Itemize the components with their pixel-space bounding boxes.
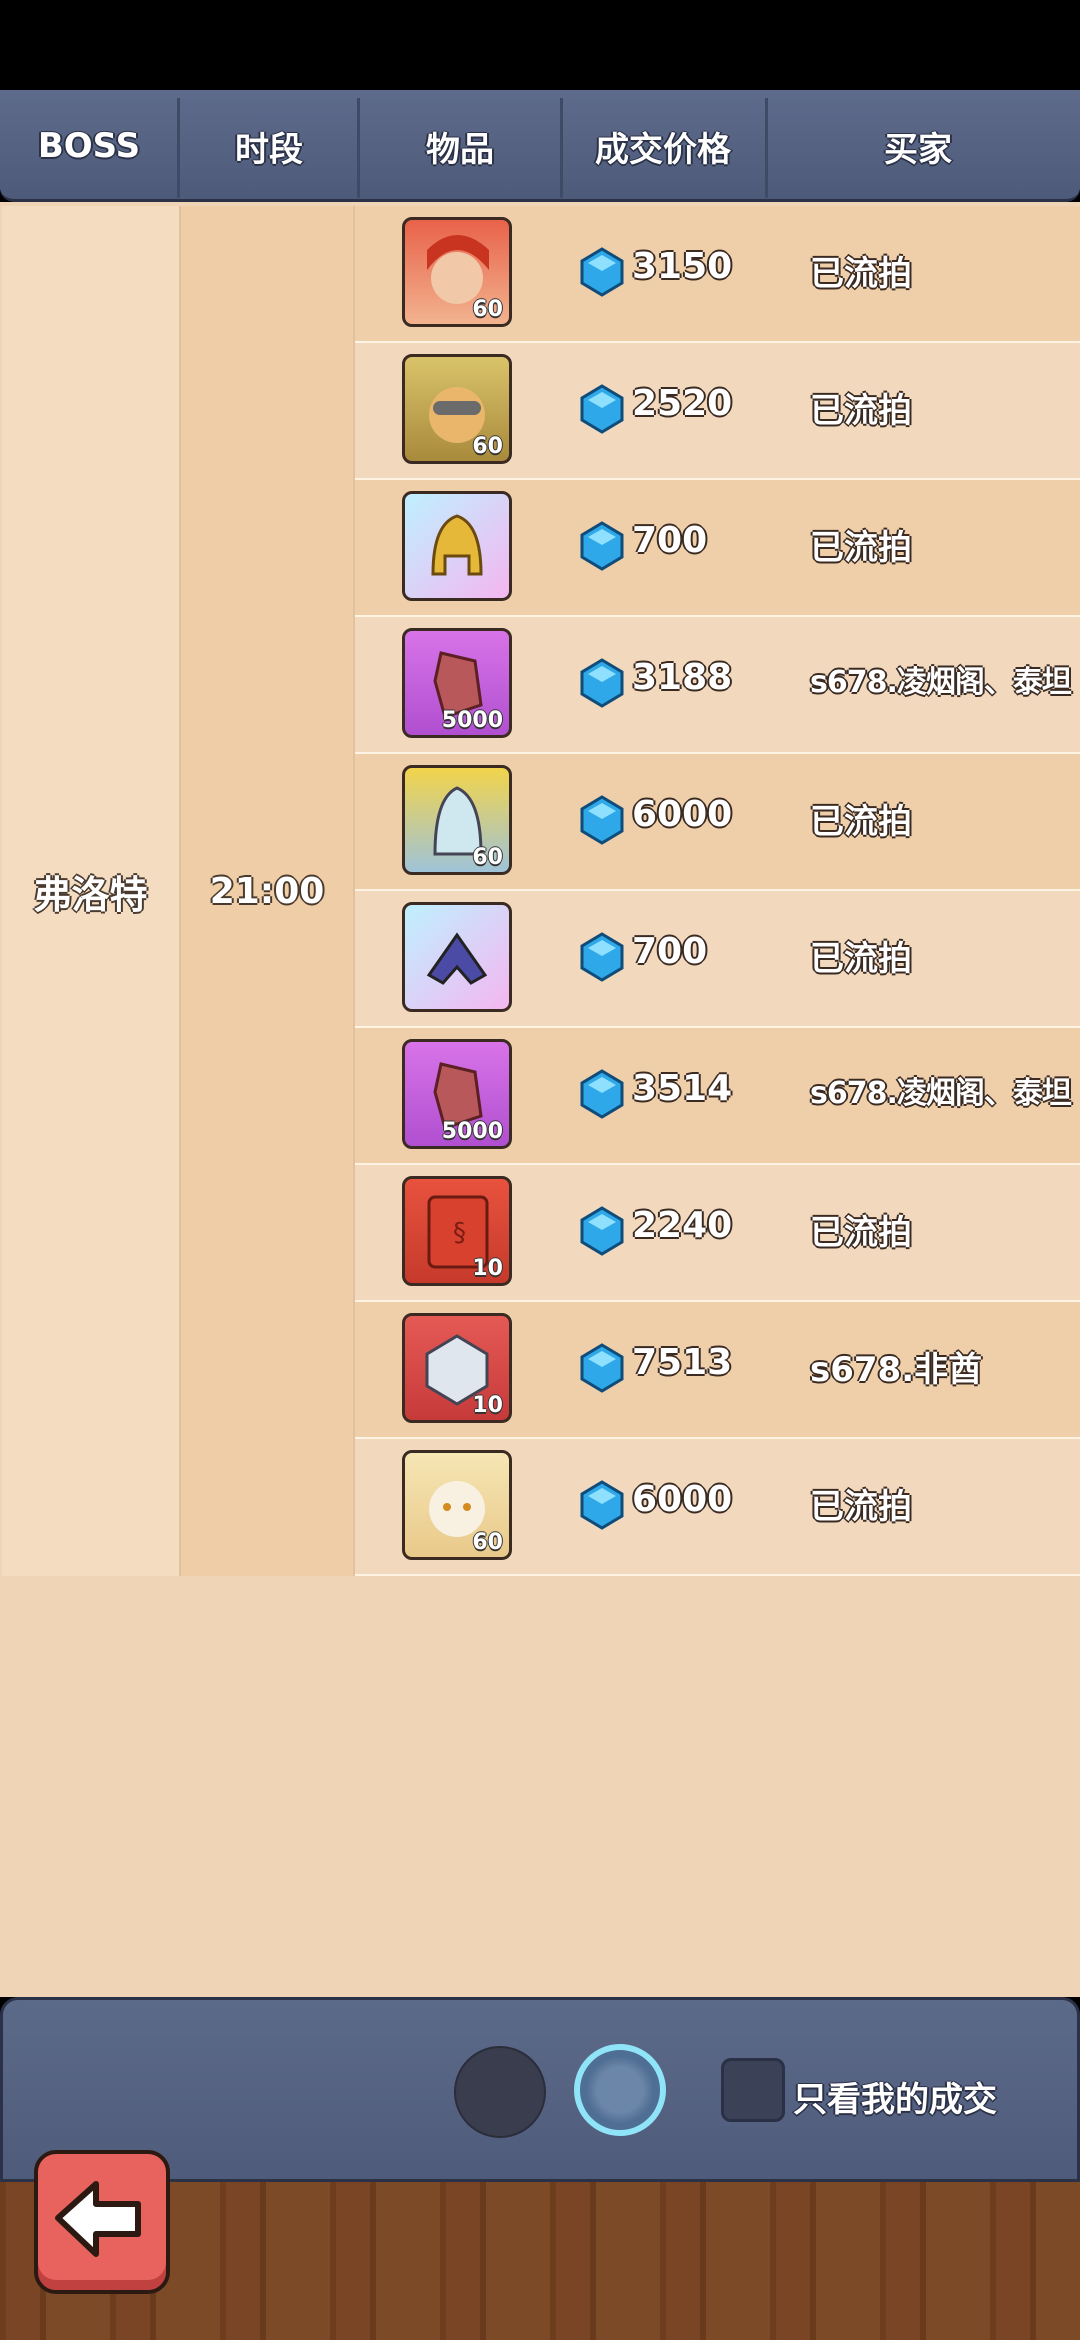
item-icon[interactable]: 5000 <box>402 1039 512 1149</box>
buyer-name: s678.凌烟阁、泰坦 <box>810 1076 1072 1111</box>
table-row: 10 7513 s678.非酋 <box>355 1302 1080 1439</box>
buyer-name: 已流拍 <box>810 1487 912 1527</box>
price-value: 3188 <box>632 657 733 698</box>
price-value: 2240 <box>632 1205 733 1246</box>
item-level: 60 <box>472 297 503 322</box>
table-row: 700 已流拍 <box>355 480 1080 617</box>
diamond-gem-icon <box>580 658 624 708</box>
blue-armor-equipment-icon <box>426 932 488 985</box>
auction-table[interactable]: 弗洛特 21:00 60 3150 已流拍 60 2520 已流拍 700 已流拍 5000 31… <box>0 202 1080 1997</box>
table-row: 60 6000 已流拍 <box>355 754 1080 891</box>
buyer-name: 已流拍 <box>810 802 912 842</box>
buyer-name: 已流拍 <box>810 391 912 431</box>
item-level: 5000 <box>441 1119 503 1144</box>
table-row: 60 2520 已流拍 <box>355 343 1080 480</box>
buyer-name: 已流拍 <box>810 254 912 294</box>
buyer-name: 已流拍 <box>810 528 912 568</box>
item-icon[interactable]: § 10 <box>402 1176 512 1286</box>
price-value: 700 <box>632 931 708 972</box>
item-icon[interactable]: 60 <box>402 217 512 327</box>
table-row: 5000 3514 s678.凌烟阁、泰坦 <box>355 1028 1080 1165</box>
diamond-gem-icon <box>580 521 624 571</box>
only-mine-label: 只看我的成交 <box>793 2080 997 2120</box>
header-price: 成交价格 <box>595 129 731 170</box>
only-mine-checkbox[interactable] <box>721 2058 785 2122</box>
item-level: 60 <box>472 845 503 870</box>
item-icon[interactable]: 60 <box>402 765 512 875</box>
back-button[interactable] <box>34 2150 170 2294</box>
item-icon[interactable]: 60 <box>402 1450 512 1560</box>
buyer-name: 已流拍 <box>810 939 912 979</box>
time-slot: 21:00 <box>181 206 355 1576</box>
diamond-gem-icon <box>580 1480 624 1530</box>
table-header: BOSS 时段 物品 成交价格 买家 <box>0 90 1080 202</box>
item-level: 10 <box>472 1256 503 1281</box>
price-value: 2520 <box>632 383 733 424</box>
price-value: 3150 <box>632 246 733 287</box>
buyer-name: 已流拍 <box>810 1213 912 1253</box>
table-row: 700 已流拍 <box>355 891 1080 1028</box>
item-icon[interactable] <box>402 902 512 1012</box>
diamond-gem-icon <box>580 1069 624 1119</box>
diamond-gem-icon <box>580 795 624 845</box>
item-level: 60 <box>472 434 503 459</box>
header-buyer: 买家 <box>884 129 952 170</box>
svg-text:§: § <box>453 1218 466 1248</box>
table-row: § 10 2240 已流拍 <box>355 1165 1080 1302</box>
item-level: 5000 <box>441 708 503 733</box>
back-arrow-icon <box>55 2181 141 2257</box>
buyer-name: s678.凌烟阁、泰坦 <box>810 665 1072 700</box>
price-value: 6000 <box>632 1479 733 1520</box>
header-boss: BOSS <box>37 126 141 166</box>
diamond-gem-icon <box>580 247 624 297</box>
price-value: 6000 <box>632 794 733 835</box>
header-time: 时段 <box>235 129 303 170</box>
price-value: 700 <box>632 520 708 561</box>
table-row: 60 3150 已流拍 <box>355 206 1080 343</box>
diamond-gem-icon <box>580 1206 624 1256</box>
header-item: 物品 <box>426 129 494 170</box>
item-icon[interactable]: 5000 <box>402 628 512 738</box>
page-indicator-active[interactable] <box>574 2044 666 2136</box>
item-icon[interactable]: 10 <box>402 1313 512 1423</box>
price-value: 7513 <box>632 1342 733 1383</box>
page-indicator-inactive[interactable] <box>454 2046 546 2138</box>
item-icon[interactable] <box>402 491 512 601</box>
boss-name: 弗洛特 <box>2 206 181 1576</box>
table-row: 60 6000 已流拍 <box>355 1439 1080 1576</box>
diamond-gem-icon <box>580 932 624 982</box>
price-value: 3514 <box>632 1068 733 1109</box>
item-level: 10 <box>472 1393 503 1418</box>
diamond-gem-icon <box>580 1343 624 1393</box>
golden-helmet-equipment-icon <box>431 514 483 576</box>
item-level: 60 <box>472 1530 503 1555</box>
table-row: 5000 3188 s678.凌烟阁、泰坦 <box>355 617 1080 754</box>
item-icon[interactable]: 60 <box>402 354 512 464</box>
buyer-name: s678.非酋 <box>810 1350 983 1390</box>
diamond-gem-icon <box>580 384 624 434</box>
